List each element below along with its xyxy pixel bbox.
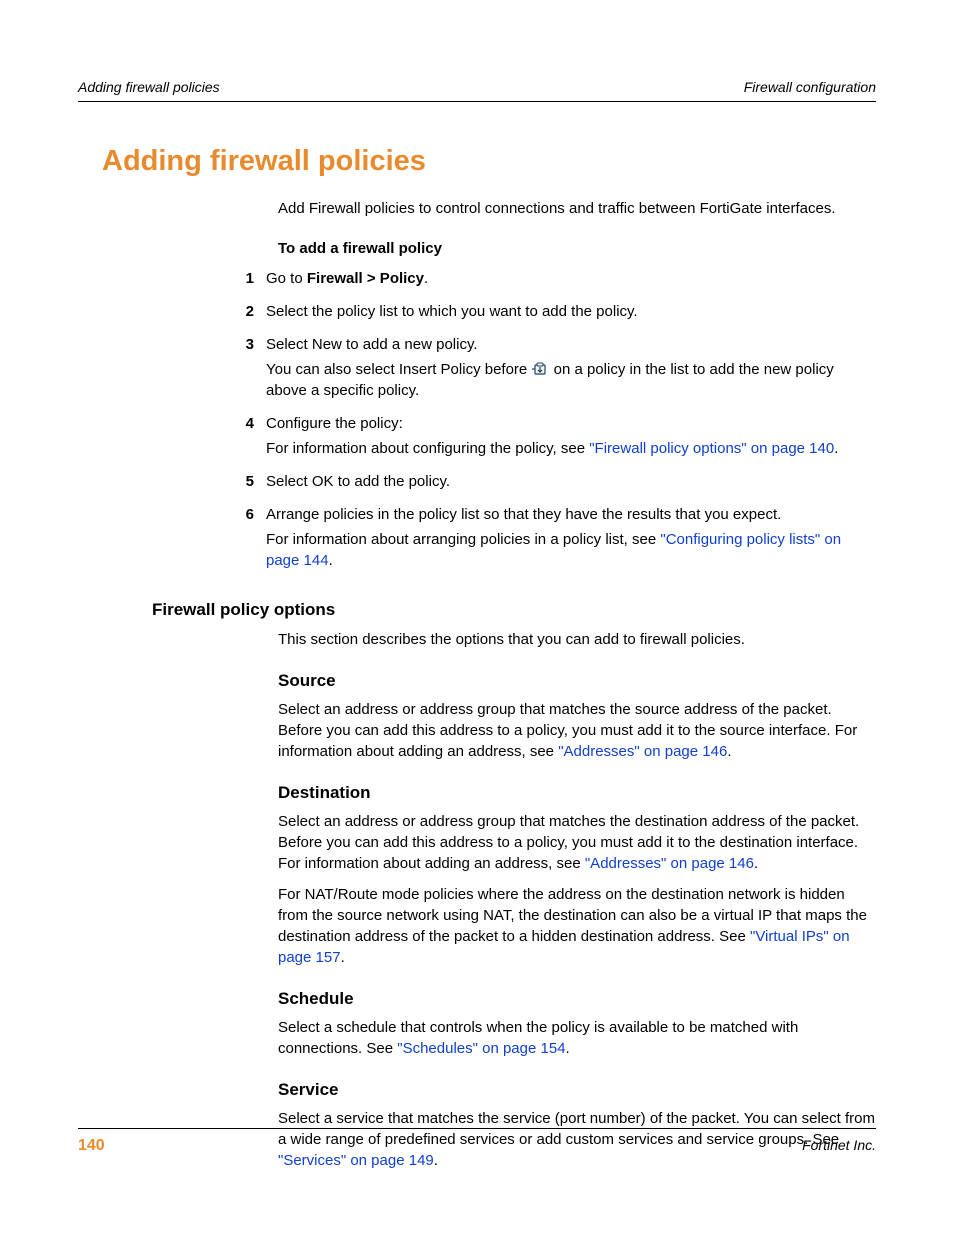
step-text: Select New to add a new policy. — [266, 334, 876, 355]
text-run: . — [754, 855, 758, 872]
text-run: . — [566, 1040, 570, 1057]
step-5: 5 Select OK to add the policy. — [236, 471, 876, 496]
step-number: 6 — [236, 504, 266, 575]
text-run: Select an address or address group that … — [278, 813, 859, 872]
step-text: Go to — [266, 270, 307, 287]
step-text-post: . — [329, 552, 333, 569]
step-number: 5 — [236, 471, 266, 496]
option-heading-schedule: Schedule — [278, 988, 876, 1011]
step-text-post: . — [834, 440, 838, 457]
step-text: Select OK to add the policy. — [266, 471, 876, 492]
step-text-pre: You can also select Insert Policy before — [266, 361, 531, 378]
cross-ref-link[interactable]: "Firewall policy options" on page 140 — [589, 440, 834, 457]
header-left: Adding firewall policies — [78, 78, 220, 97]
option-heading-destination: Destination — [278, 782, 876, 805]
option-text: Select a schedule that controls when the… — [278, 1017, 876, 1059]
step-number: 3 — [236, 334, 266, 405]
section-intro: This section describes the options that … — [278, 629, 876, 650]
step-text: . — [424, 270, 428, 287]
section-heading: Firewall policy options — [152, 599, 876, 622]
running-footer: 140 Fortinet Inc. — [78, 1128, 876, 1157]
step-number: 4 — [236, 413, 266, 463]
step-text: Arrange policies in the policy list so t… — [266, 504, 876, 525]
insert-policy-icon — [531, 361, 549, 375]
step-text-pre: For information about configuring the po… — [266, 440, 589, 457]
intro-paragraph: Add Firewall policies to control connect… — [278, 199, 876, 219]
page-title: Adding firewall policies — [102, 142, 876, 181]
text-run: . — [341, 949, 345, 966]
header-right: Firewall configuration — [744, 78, 876, 97]
step-text: For information about arranging policies… — [266, 529, 876, 571]
step-2: 2 Select the policy list to which you wa… — [236, 301, 876, 326]
option-text: For NAT/Route mode policies where the ad… — [278, 884, 876, 968]
step-text: Configure the policy: — [266, 413, 876, 434]
step-text: For information about configuring the po… — [266, 438, 876, 459]
option-text: Select an address or address group that … — [278, 811, 876, 874]
option-heading-source: Source — [278, 670, 876, 693]
step-4: 4 Configure the policy: For information … — [236, 413, 876, 463]
page-number: 140 — [78, 1135, 105, 1157]
cross-ref-link[interactable]: "Schedules" on page 154 — [397, 1040, 565, 1057]
page: Adding firewall policies Firewall config… — [0, 0, 954, 1235]
text-run: . — [727, 743, 731, 760]
procedure-title: To add a firewall policy — [278, 239, 876, 259]
menu-path: Firewall > Policy — [307, 270, 424, 287]
step-text: You can also select Insert Policy before… — [266, 359, 876, 401]
running-header: Adding firewall policies Firewall config… — [78, 78, 876, 102]
option-heading-service: Service — [278, 1079, 876, 1102]
option-text: Select an address or address group that … — [278, 699, 876, 762]
step-text: Select the policy list to which you want… — [266, 301, 876, 322]
step-1: 1 Go to Firewall > Policy. — [236, 268, 876, 293]
step-number: 2 — [236, 301, 266, 326]
step-3: 3 Select New to add a new policy. You ca… — [236, 334, 876, 405]
step-number: 1 — [236, 268, 266, 293]
step-6: 6 Arrange policies in the policy list so… — [236, 504, 876, 575]
cross-ref-link[interactable]: "Addresses" on page 146 — [558, 743, 727, 760]
body-content: Add Firewall policies to control connect… — [278, 199, 876, 1171]
brand-name: Fortinet Inc. — [802, 1136, 876, 1155]
steps-list: 1 Go to Firewall > Policy. 2 Select the … — [236, 268, 876, 575]
cross-ref-link[interactable]: "Addresses" on page 146 — [585, 855, 754, 872]
step-text-pre: For information about arranging policies… — [266, 531, 660, 548]
